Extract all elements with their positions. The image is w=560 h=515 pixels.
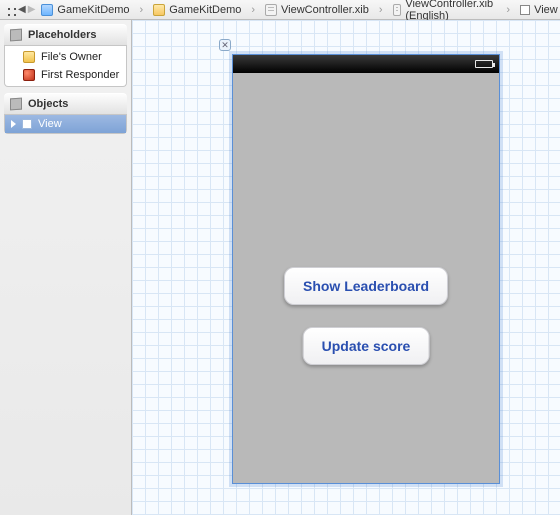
show-leaderboard-label: Show Leaderboard [303, 278, 429, 294]
nav-back-icon[interactable]: ◀ [18, 3, 26, 17]
project-icon [41, 4, 53, 16]
first-responder-label: First Responder [41, 69, 119, 81]
first-responder-icon [23, 69, 35, 81]
placeholders-group: File's Owner First Responder [4, 46, 127, 87]
view-item-icon [22, 119, 32, 129]
path-segment-project[interactable]: GameKitDemo [37, 1, 149, 19]
files-owner-icon [23, 51, 35, 63]
folder-icon [153, 4, 165, 16]
path-project-label: GameKitDemo [57, 4, 129, 16]
path-segment-view[interactable]: View [516, 1, 560, 19]
nav-forward-icon[interactable]: ▶ [28, 3, 36, 17]
path-bar: ◀ ▶ GameKitDemo GameKitDemo ViewControll… [0, 0, 560, 20]
path-segment-xib[interactable]: ViewController.xib [261, 1, 389, 19]
xib-icon [393, 4, 402, 16]
placeholders-header[interactable]: Placeholders [4, 24, 127, 46]
view-canvas[interactable]: ✕ Show Leaderboard Update score [232, 54, 500, 484]
xib-icon [265, 4, 277, 16]
status-bar [233, 55, 499, 73]
files-owner-label: File's Owner [41, 51, 102, 63]
related-items-icon[interactable] [4, 3, 16, 17]
battery-icon [475, 60, 493, 68]
path-xibloc-label: ViewController.xib (English) [405, 0, 496, 22]
placeholders-icon [10, 29, 22, 42]
objects-header[interactable]: Objects [4, 93, 127, 115]
first-responder-item[interactable]: First Responder [5, 66, 126, 84]
objects-label: Objects [28, 98, 68, 110]
path-folder-label: GameKitDemo [169, 4, 241, 16]
disclosure-triangle-icon[interactable] [11, 120, 16, 128]
files-owner-item[interactable]: File's Owner [5, 48, 126, 66]
path-view-label: View [534, 4, 558, 16]
view-icon [520, 5, 530, 15]
path-segment-folder[interactable]: GameKitDemo [149, 1, 261, 19]
objects-group: View [4, 115, 127, 134]
path-segment-xib-loc[interactable]: ViewController.xib (English) [389, 1, 517, 19]
document-outline: Placeholders File's Owner First Responde… [0, 20, 132, 515]
view-item[interactable]: View [5, 115, 126, 133]
placeholders-label: Placeholders [28, 29, 96, 41]
update-score-label: Update score [322, 338, 411, 354]
objects-icon [10, 98, 22, 111]
editor-canvas[interactable]: ✕ Show Leaderboard Update score [132, 20, 560, 515]
path-xib-label: ViewController.xib [281, 4, 369, 16]
view-item-label: View [38, 118, 62, 130]
close-scene-icon[interactable]: ✕ [219, 39, 231, 51]
show-leaderboard-button[interactable]: Show Leaderboard [284, 267, 448, 305]
update-score-button[interactable]: Update score [303, 327, 430, 365]
